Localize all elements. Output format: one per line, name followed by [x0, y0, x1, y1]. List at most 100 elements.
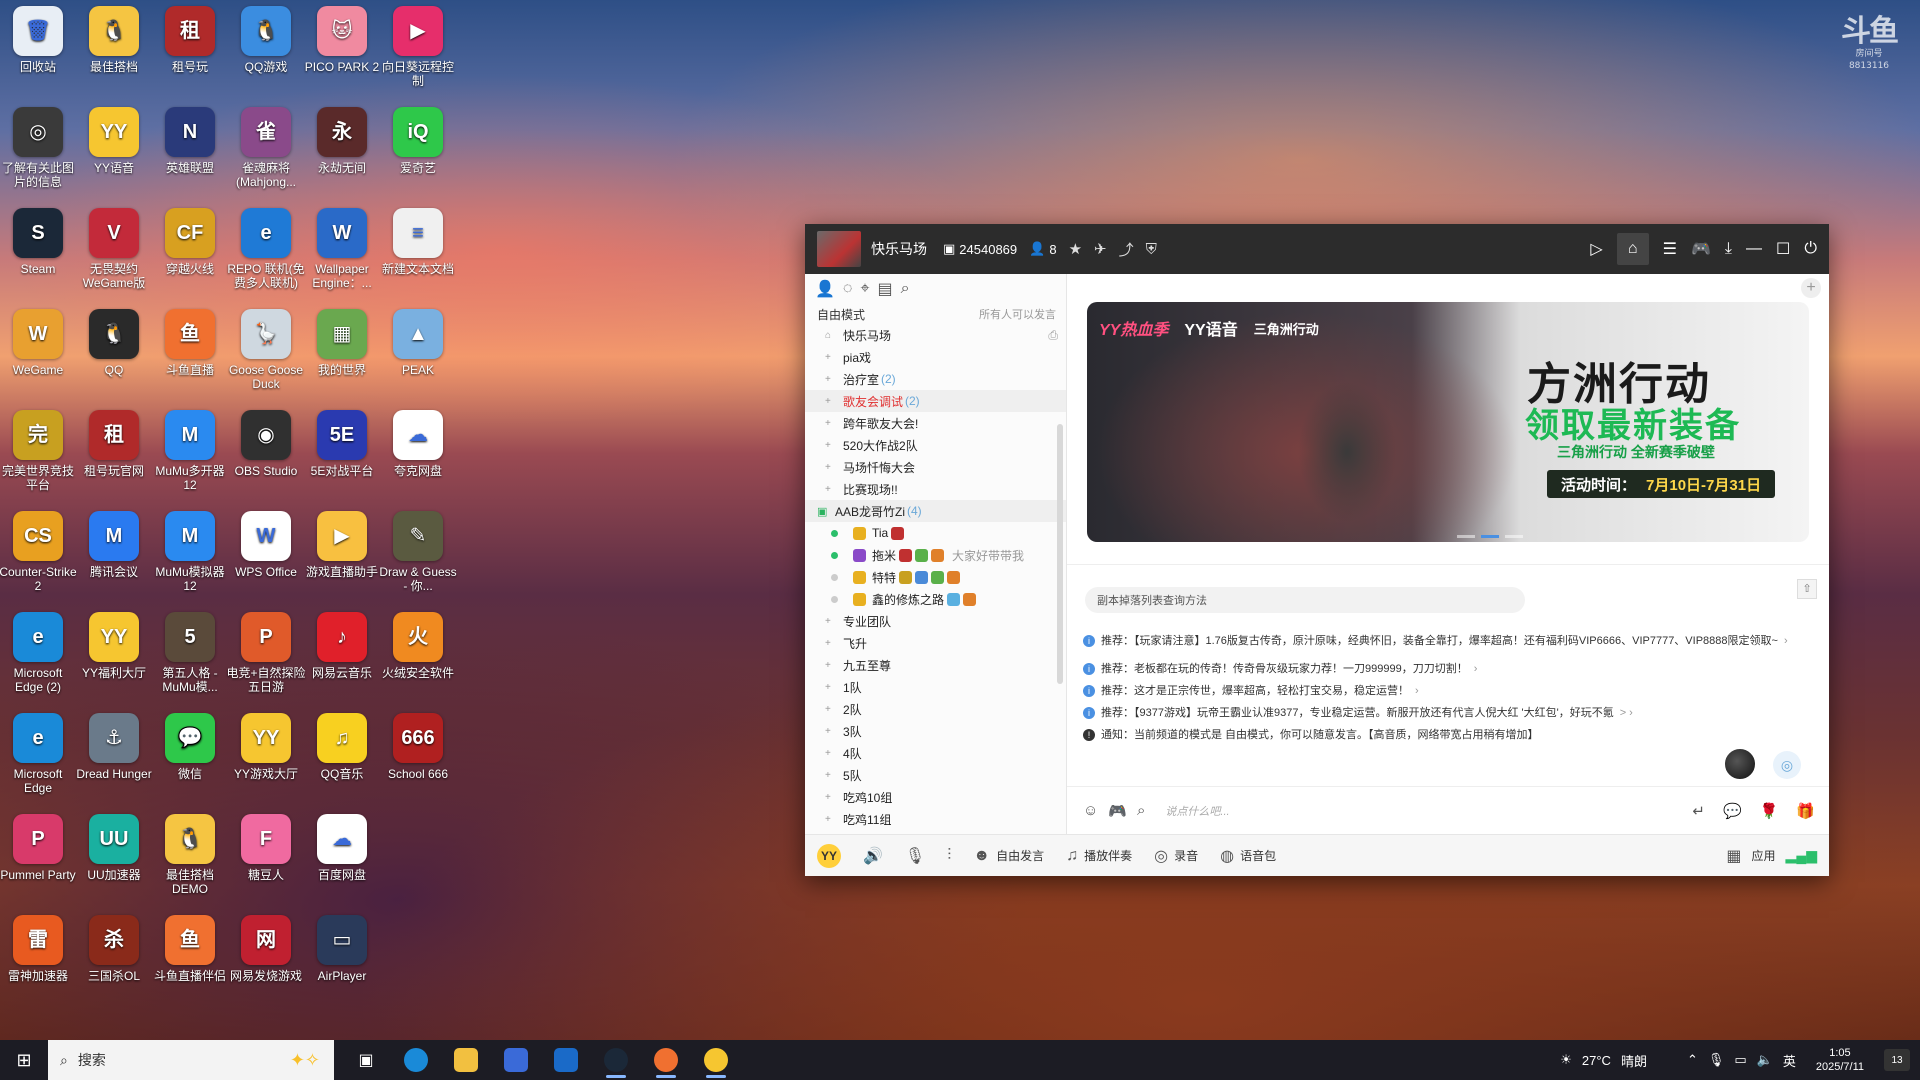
desktop-icon[interactable]: 💬 微信 [150, 707, 230, 781]
message-link[interactable]: > › [1620, 707, 1633, 720]
volume-icon[interactable]: 🔈 [1757, 1052, 1773, 1068]
user-item[interactable]: Tia [805, 522, 1066, 544]
add-tab-icon[interactable]: + [1801, 278, 1821, 298]
magic-search-icon[interactable]: ⌕ [1137, 802, 1145, 819]
desktop-icon[interactable]: V 无畏契约 WeGame版 [74, 202, 154, 290]
quick-query-pill[interactable]: 副本掉落列表查询方法 [1085, 587, 1525, 613]
desktop-icon[interactable]: 🐱 PICO PARK 2 [302, 0, 382, 74]
message-link[interactable]: › [1784, 635, 1788, 648]
desktop-icon[interactable]: 5 第五人格 -MuMu模... [150, 606, 230, 694]
clock[interactable]: 1:05 2025/7/11 [1816, 1046, 1864, 1074]
share-icon[interactable]: ⤴ [1119, 239, 1134, 260]
desktop-icon[interactable]: 鱼斗鱼直播 [150, 303, 230, 377]
desktop-icon[interactable]: ◎ 了解有关此图片的信息 [0, 101, 78, 189]
desktop-icon[interactable]: P 电竞+自然探险五日游 [226, 606, 306, 694]
grid-icon[interactable]: ▦ [1726, 846, 1741, 866]
chat-icon[interactable]: ◌ [843, 280, 853, 298]
weather-icon[interactable]: ☀ [1560, 1052, 1572, 1068]
record-button[interactable]: ◎ 录音 [1154, 846, 1198, 866]
maximize-icon[interactable]: ☐ [1776, 239, 1790, 259]
user-item[interactable]: 鑫的修炼之路 [805, 588, 1066, 610]
channel-group[interactable]: ▣ AAB龙哥竹Zi (4) [805, 500, 1066, 522]
desktop-icon[interactable]: ▲ PEAK [378, 303, 458, 377]
desktop-icon[interactable]: CS Counter-Strike 2 [0, 505, 78, 593]
desktop-icon[interactable]: ♪ 网易云音乐 [302, 606, 382, 680]
desktop-icon[interactable]: 鱼斗鱼直播伴侣 [150, 909, 230, 983]
channel-item[interactable]: + 治疗室 (2) [805, 368, 1066, 390]
desktop-icon[interactable]: YY YY游戏大厅 [226, 707, 306, 781]
mic-icon[interactable]: 🎙 [905, 846, 925, 866]
desktop-icon[interactable]: ▶ 游戏直播助手 [302, 505, 382, 579]
message-input[interactable]: 说点什么吧... [1165, 803, 1229, 819]
desktop-icon[interactable]: P Pummel Party [0, 808, 78, 882]
scroll-top-icon[interactable]: ⇧ [1797, 579, 1817, 599]
shrink-icon[interactable]: ⤓ [1725, 240, 1732, 258]
desktop-icon[interactable]: ▭ AirPlayer [302, 909, 382, 983]
rose-icon[interactable]: 🌹 [1760, 802, 1779, 820]
desktop-icon[interactable]: W WPS Office [226, 505, 306, 579]
desktop-icon[interactable]: M 腾讯会议 [74, 505, 154, 579]
desktop-icon[interactable]: S Steam [0, 202, 78, 276]
free-speak-button[interactable]: ☻ 自由发言 [973, 847, 1044, 865]
user-item[interactable]: 特特 [805, 566, 1066, 588]
home-icon[interactable]: ⌂ [1616, 233, 1649, 265]
desktop-icon[interactable]: 杀三国杀OL [74, 909, 154, 983]
message-link[interactable]: › [1415, 685, 1419, 698]
notice-message[interactable]: ! 通知：当前频道的模式是 自由模式，你可以随意发言。【高音质，网络带宽占用稍有增… [1083, 729, 1803, 742]
power-icon[interactable]: ⏻ [1804, 240, 1817, 258]
promo-banner[interactable]: YY热血季 YY语音 三角洲行动 方洲行动 领取最新装备 三角洲行动 全新赛季破… [1087, 302, 1809, 542]
banner-dot-active[interactable] [1481, 535, 1499, 538]
desktop-icon[interactable]: 租租号玩 [150, 0, 230, 74]
online-count[interactable]: 👤 8 [1029, 241, 1056, 257]
desktop-icon[interactable]: ☁ 夸克网盘 [378, 404, 458, 478]
plane-icon[interactable]: ✈ [1094, 240, 1107, 258]
chevron-up-icon[interactable]: ⌃ [1687, 1052, 1698, 1068]
desktop-icon[interactable]: N 英雄联盟 [150, 101, 230, 175]
equalizer-icon[interactable]: ⫶ [947, 847, 951, 865]
channel-item[interactable]: ⌂ 快乐马场 ⎙ [805, 324, 1066, 346]
voice-pack-button[interactable]: ◍ 语音包 [1220, 846, 1276, 866]
task-view-icon[interactable]: ▣ [348, 1040, 384, 1080]
taskbar-search[interactable]: ⌕ 搜索 ✦✧ [48, 1040, 334, 1080]
message-link[interactable]: › [1474, 663, 1478, 676]
edge-taskbar-icon[interactable] [398, 1040, 434, 1080]
banner-dot[interactable] [1457, 535, 1475, 538]
channel-item[interactable]: +2队 [805, 698, 1066, 720]
store-icon[interactable] [498, 1040, 534, 1080]
desktop-icon[interactable]: 🗑 回收站 [0, 0, 78, 74]
steam-taskbar-icon[interactable] [598, 1040, 634, 1080]
desktop-icon[interactable]: W Wallpaper Engine：... [302, 202, 382, 290]
channel-item[interactable]: + 马场忏悔大会 [805, 456, 1066, 478]
channel-item[interactable]: +520大作战2队 [805, 434, 1066, 456]
channel-item[interactable]: + 飞升 [805, 632, 1066, 654]
desktop-icon[interactable]: ≡ 新建文本文档 [378, 202, 458, 276]
assistant-icon[interactable]: ◎ [1773, 751, 1801, 779]
channel-item[interactable]: + 吃鸡10组 [805, 786, 1066, 808]
notes-icon[interactable]: ▤ [877, 279, 892, 299]
desktop-icon[interactable]: ✎ Draw & Guess - 你... [378, 505, 458, 593]
desktop-icon[interactable]: 🪿 Goose Goose Duck [226, 303, 306, 391]
desktop-icon[interactable]: W WeGame [0, 303, 78, 377]
desktop-icon[interactable]: YY YY福利大厅 [74, 606, 154, 680]
douyu-taskbar-icon[interactable] [648, 1040, 684, 1080]
yy-taskbar-icon[interactable] [698, 1040, 734, 1080]
location-icon[interactable]: ⌖ [860, 280, 869, 298]
channel-item[interactable]: +1队 [805, 676, 1066, 698]
channel-item[interactable]: +5队 [805, 764, 1066, 786]
minimize-icon[interactable]: — [1746, 240, 1762, 258]
desktop-icon[interactable]: 网网易发烧游戏 [226, 909, 306, 983]
star-icon[interactable]: ★ [1069, 240, 1082, 258]
desktop-icon[interactable]: 永永劫无间 [302, 101, 382, 175]
emoji-icon[interactable]: ☺ [1083, 802, 1098, 819]
video-icon[interactable]: ▷ [1590, 239, 1602, 259]
desktop-icon[interactable]: YY YY语音 [74, 101, 154, 175]
banner-dot[interactable] [1505, 535, 1523, 538]
desktop-icon[interactable]: ☁ 百度网盘 [302, 808, 382, 882]
recommend-message[interactable]: i 推荐：【玩家请注意】1.76版复古传奇，原汁原味，经典怀旧，装备全靠打，爆率超… [1083, 635, 1803, 648]
desktop-icon[interactable]: CF 穿越火线 [150, 202, 230, 276]
desktop-icon[interactable]: ▦ 我的世界 [302, 303, 382, 377]
person-icon[interactable]: 👤 [815, 279, 835, 299]
desktop-icon[interactable]: 完完美世界竞技平台 [0, 404, 78, 492]
channel-item[interactable]: + pia戏 [805, 346, 1066, 368]
network-icon[interactable]: ▭ [1734, 1052, 1746, 1068]
